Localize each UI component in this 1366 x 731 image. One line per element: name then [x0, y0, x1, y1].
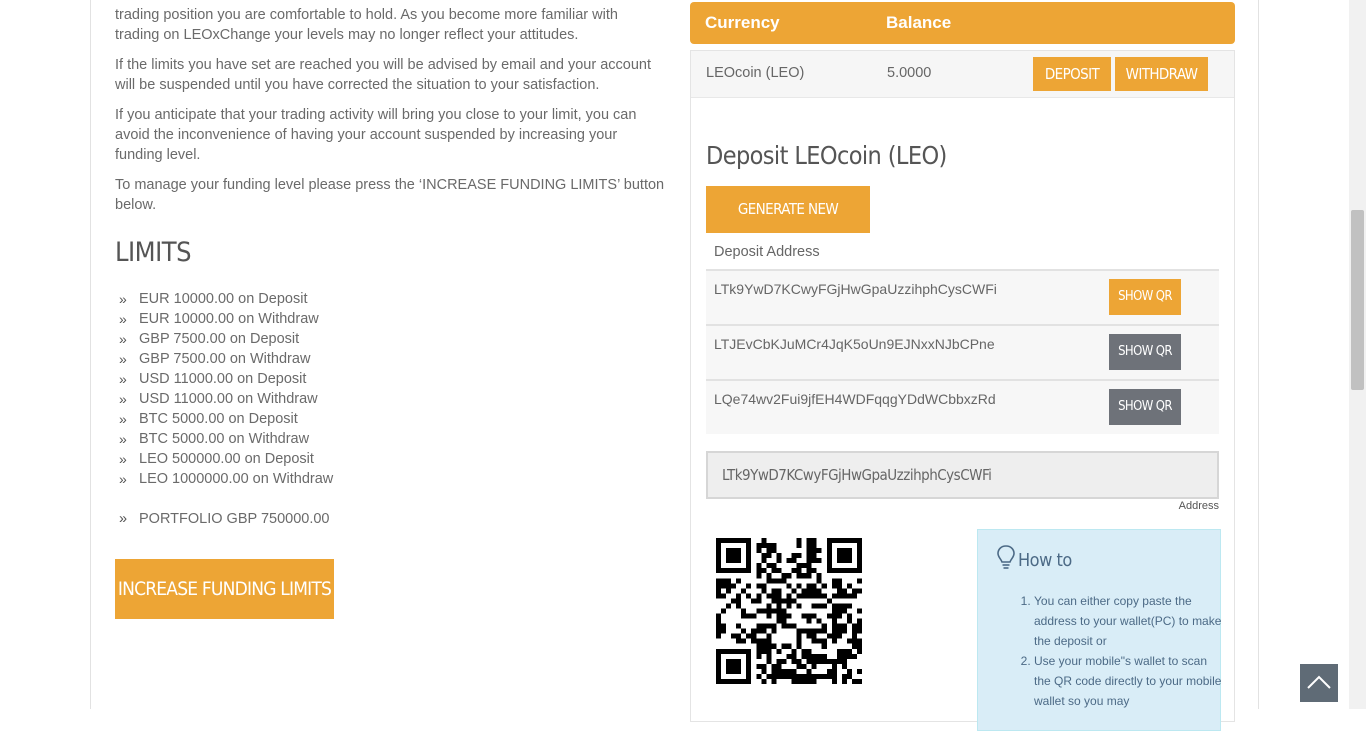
deposit-button[interactable]: DEPOSIT	[1033, 57, 1111, 91]
show-qr-button[interactable]: SHOW QR	[1109, 334, 1181, 370]
content-border-right	[1258, 0, 1259, 709]
limit-item: USD 11000.00 on Withdraw	[115, 389, 333, 409]
balance-amount: 5.0000	[887, 65, 932, 81]
deposit-address[interactable]: LTJEvCbKJuMCr4JqK5oUn9EJNxxNJbCPne	[714, 336, 995, 352]
increase-funding-limits-button[interactable]: INCREASE FUNDING LIMITS	[115, 559, 334, 619]
chevron-up-icon	[1307, 675, 1331, 689]
limit-item: BTC 5000.00 on Withdraw	[115, 429, 333, 449]
address-caption: Address	[1178, 500, 1219, 512]
withdraw-button[interactable]: WITHDRAW	[1115, 57, 1208, 91]
wallet-column: Currency Balance LEOcoin (LEO) 5.0000 DE…	[690, 0, 1235, 731]
info-paragraph: If the limits you have set are reached y…	[115, 57, 651, 93]
scrollbar-thumb[interactable]	[1351, 210, 1364, 390]
address-row: LTJEvCbKJuMCr4JqK5oUn9EJNxxNJbCPne SHOW …	[706, 324, 1219, 379]
limit-item: LEO 1000000.00 on Withdraw	[115, 469, 333, 489]
howto-box: How to You can either copy paste the add…	[977, 529, 1221, 731]
howto-step: Use your mobile"s wallet to scan the QR …	[1034, 651, 1224, 711]
limit-item: EUR 10000.00 on Deposit	[115, 289, 333, 309]
wallet-panel: LEOcoin (LEO) 5.0000 DEPOSIT WITHDRAW De…	[690, 50, 1235, 731]
limit-item: GBP 7500.00 on Deposit	[115, 329, 333, 349]
deposit-address-header: Deposit Address	[714, 244, 820, 260]
portfolio-limit: PORTFOLIO GBP 750000.00	[115, 509, 329, 529]
address-field-wrapper	[706, 451, 1219, 499]
show-qr-button[interactable]: SHOW QR	[1109, 389, 1181, 425]
address-row: LQe74wv2Fui9jfEH4WDFqqgYDdWCbbxzRd SHOW …	[706, 379, 1219, 434]
info-paragraph: If you anticipate that your trading acti…	[115, 107, 637, 163]
deposit-address[interactable]: LQe74wv2Fui9jfEH4WDFqqgYDdWCbbxzRd	[714, 391, 996, 407]
limit-item: EUR 10000.00 on Withdraw	[115, 309, 333, 329]
selected-address-field[interactable]	[708, 453, 1203, 497]
content-border-left	[90, 0, 91, 709]
generate-address-button[interactable]: GENERATE NEW ADDRESS.	[706, 186, 870, 265]
bulb-icon	[997, 545, 1015, 569]
balance-column-header: Balance	[886, 13, 952, 32]
limits-heading: LIMITS	[115, 237, 192, 268]
info-paragraph: trading position you are comfortable to …	[115, 7, 618, 43]
limit-item: BTC 5000.00 on Deposit	[115, 409, 333, 429]
deposit-title: Deposit LEOcoin (LEO)	[706, 141, 947, 170]
limit-item: LEO 500000.00 on Deposit	[115, 449, 333, 469]
howto-step: You can either copy paste the address to…	[1034, 591, 1224, 651]
currency-column-header: Currency	[705, 13, 780, 32]
address-table: LTk9YwD7KCwyFGjHwGpaUzzihphCysCWFi SHOW …	[706, 269, 1219, 434]
address-row: LTk9YwD7KCwyFGjHwGpaUzzihphCysCWFi SHOW …	[706, 269, 1219, 324]
balance-row: LEOcoin (LEO) 5.0000 DEPOSIT WITHDRAW	[691, 51, 1234, 98]
info-paragraph: To manage your funding level please pres…	[115, 177, 665, 213]
limit-item: USD 11000.00 on Deposit	[115, 369, 333, 389]
qr-code-image	[716, 538, 862, 684]
scroll-to-top-button[interactable]	[1300, 664, 1338, 702]
deposit-address[interactable]: LTk9YwD7KCwyFGjHwGpaUzzihphCysCWFi	[714, 281, 997, 297]
howto-steps: You can either copy paste the address to…	[1004, 591, 1224, 711]
show-qr-button[interactable]: SHOW QR	[1109, 279, 1181, 315]
limit-item: GBP 7500.00 on Withdraw	[115, 349, 333, 369]
limits-list: EUR 10000.00 on Deposit EUR 10000.00 on …	[115, 289, 333, 489]
howto-title: How to	[1018, 550, 1072, 571]
balance-table-header: Currency Balance	[690, 2, 1235, 44]
currency-name: LEOcoin (LEO)	[706, 65, 805, 81]
